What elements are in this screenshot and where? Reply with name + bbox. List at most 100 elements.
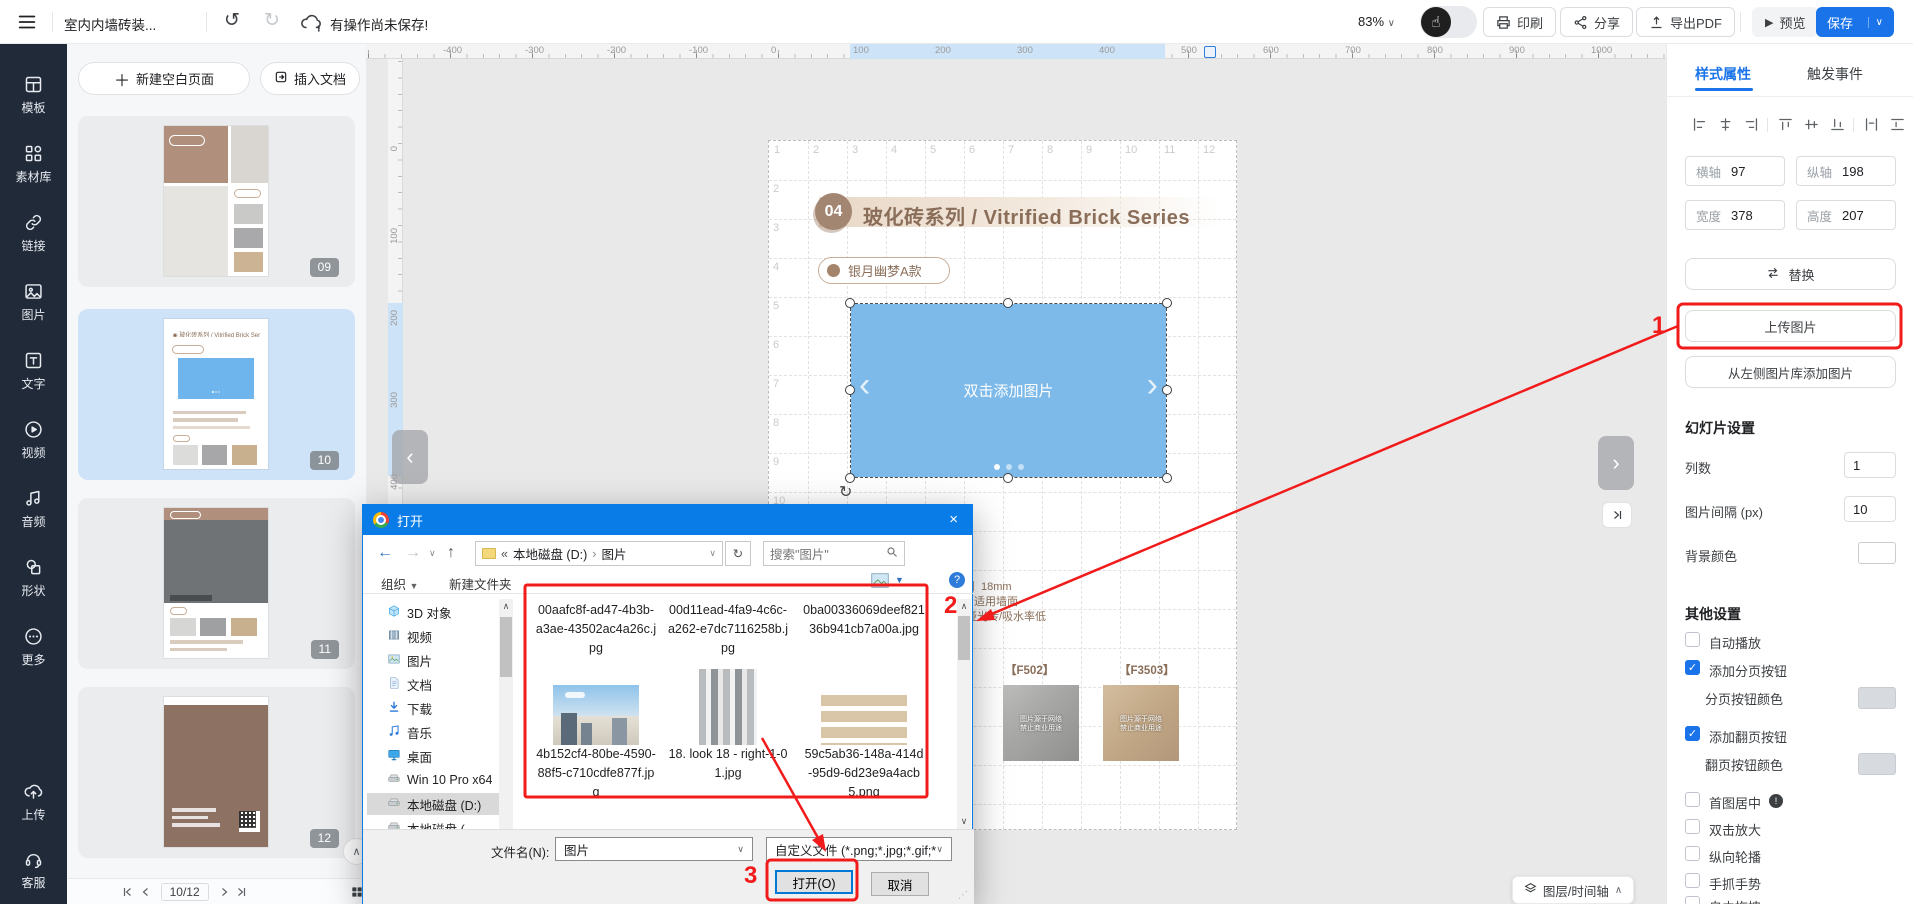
document-title[interactable]: 室内内墙砖装...	[64, 14, 156, 34]
next-page-button[interactable]	[215, 884, 233, 900]
resize-handle-s[interactable]	[1003, 473, 1013, 483]
save-button[interactable]: 保存 ∨	[1816, 7, 1894, 37]
filetype-select[interactable]: 自定义文件 (*.png;*.jpg;*.gif;* ∨	[766, 837, 952, 861]
page-thumbnail-09[interactable]: 09	[78, 116, 355, 287]
sidebar-item-audio[interactable]: 音频	[0, 488, 67, 530]
checkbox-checked[interactable]: ✓	[1685, 726, 1700, 741]
checkbox-unchecked[interactable]	[1685, 632, 1700, 647]
info-icon[interactable]: !	[1769, 794, 1783, 808]
tree-item[interactable]: 文档	[367, 673, 499, 695]
back-icon[interactable]: ←	[377, 544, 393, 562]
tab-trigger-events[interactable]: 触发事件	[1807, 64, 1863, 84]
last-page-button[interactable]	[232, 884, 250, 900]
checkbox-unchecked[interactable]	[1685, 792, 1700, 807]
align-icon-1[interactable]	[1717, 116, 1734, 136]
hamburger-menu-icon[interactable]	[16, 11, 38, 33]
sidebar-item-video[interactable]: 视频	[0, 419, 67, 461]
tree-item[interactable]: 音乐	[367, 721, 499, 743]
width-field[interactable]: 宽度378	[1685, 200, 1785, 230]
jump-to-end-button[interactable]	[1602, 502, 1632, 528]
carousel-next-icon[interactable]: ›	[1147, 368, 1158, 402]
align-icon-2[interactable]	[1743, 116, 1760, 136]
y-position-field[interactable]: 纵轴198	[1796, 156, 1896, 186]
align-icon-6[interactable]	[1863, 116, 1880, 136]
page-indicator[interactable]: 10/12	[161, 883, 209, 901]
help-icon[interactable]: ?	[949, 572, 965, 588]
tree-item[interactable]: 桌面	[367, 745, 499, 767]
prev-page-button[interactable]	[137, 884, 155, 900]
color-swatch[interactable]	[1858, 753, 1896, 775]
ruler-guide-icon[interactable]	[1204, 46, 1216, 58]
preview-button[interactable]: ▶ 预览	[1752, 7, 1818, 37]
file-list-scrollbar[interactable]: ∧ ∨	[957, 599, 971, 829]
file-item[interactable]: 00d11ead-4fa9-4c6c-a262-e7dc7116258b.jpg	[667, 601, 789, 658]
align-icon-7[interactable]	[1889, 116, 1906, 136]
breadcrumb-drive[interactable]: 本地磁盘 (D:)	[513, 544, 587, 563]
redo-icon[interactable]: ↻	[264, 9, 280, 32]
page-thumbnail-10[interactable]: ◉ 玻化砖系列 / Vitrified Brick Series 10	[78, 309, 355, 480]
x-position-field[interactable]: 横轴97	[1685, 156, 1785, 186]
carousel-prev-icon[interactable]: ‹	[859, 368, 870, 402]
undo-icon[interactable]: ↺	[224, 9, 240, 32]
new-folder-button[interactable]: 新建文件夹	[449, 574, 512, 593]
history-caret-icon[interactable]: ∨	[429, 548, 436, 559]
close-icon[interactable]: ×	[949, 511, 958, 528]
file-item[interactable]: 0ba00336069deef82136b941cb7a00a.jpg	[803, 601, 925, 639]
align-icon-5[interactable]	[1829, 116, 1846, 136]
file-item[interactable]: 00aafc8f-ad47-4b3b-a3ae-43502ac4a26c.jpg	[535, 601, 657, 658]
save-dropdown-caret[interactable]: ∨	[1868, 17, 1883, 28]
new-blank-page-button[interactable]: ＋ 新建空白页面	[78, 62, 250, 95]
checkbox-unchecked[interactable]	[1685, 896, 1700, 904]
align-icon-3[interactable]	[1777, 116, 1794, 136]
zoom-level-dropdown[interactable]: 83% ∨	[1358, 14, 1395, 29]
resize-handle-ne[interactable]	[1162, 298, 1172, 308]
tree-scrollbar[interactable]: ∧	[499, 599, 513, 829]
view-mode-caret-icon[interactable]: ▼	[895, 575, 904, 585]
file-item[interactable]: 18. look 18 - right-1-01.jpg	[667, 657, 789, 783]
refresh-button[interactable]: ↻	[725, 541, 751, 566]
product-image-gray-marble[interactable]: 图片源于网络禁止商业用途	[1003, 685, 1079, 761]
scroll-down-icon[interactable]: ∨	[957, 814, 971, 829]
resize-grip[interactable]: ⋰	[958, 890, 968, 901]
checkbox-unchecked[interactable]	[1685, 846, 1700, 861]
sidebar-item-shape[interactable]: 形状	[0, 557, 67, 599]
resize-handle-sw[interactable]	[845, 473, 855, 483]
scroll-up-icon[interactable]: ∧	[499, 599, 513, 614]
sidebar-item-upload[interactable]: 上传	[0, 781, 67, 823]
checkbox-unchecked[interactable]	[1685, 873, 1700, 888]
tree-item[interactable]: 视频	[367, 625, 499, 647]
print-button[interactable]: 印刷	[1483, 7, 1556, 37]
resize-handle-w[interactable]	[845, 385, 855, 395]
add-from-library-button[interactable]: 从左侧图片库添加图片	[1685, 356, 1896, 388]
sidebar-item-service[interactable]: 客服	[0, 849, 67, 891]
view-mode-icon[interactable]	[871, 573, 889, 591]
tree-item[interactable]: 图片	[367, 649, 499, 671]
layers-timeline-button[interactable]: 图层/时间轴 ∧	[1512, 876, 1634, 904]
carousel-dots[interactable]	[851, 464, 1166, 470]
dialog-title-bar[interactable]: 打开 ×	[363, 505, 972, 535]
open-button[interactable]: 打开(O)	[775, 870, 853, 894]
file-item[interactable]: 59c5ab36-148a-414d-95d9-6d23e9a4acb5.png	[803, 657, 925, 802]
sidebar-item-text[interactable]: 文字	[0, 350, 67, 392]
resize-handle-n[interactable]	[1003, 298, 1013, 308]
insert-document-button[interactable]: 插入文档	[260, 62, 360, 95]
align-icon-4[interactable]	[1803, 116, 1820, 136]
background-color-swatch[interactable]	[1858, 542, 1896, 564]
resize-handle-nw[interactable]	[845, 298, 855, 308]
height-field[interactable]: 高度207	[1796, 200, 1896, 230]
section-title[interactable]: 玻化砖系列 / Vitrified Brick Series	[863, 201, 1190, 230]
sidebar-item-assets[interactable]: 素材库	[0, 143, 67, 185]
page-thumbnail-11[interactable]: 11	[78, 498, 355, 669]
address-caret-icon[interactable]: ∨	[709, 548, 716, 559]
sidebar-item-more[interactable]: 更多	[0, 626, 67, 668]
columns-input[interactable]: 1	[1844, 452, 1896, 478]
product-image-beige-marble[interactable]: 图片源于网络禁止商业用途	[1103, 685, 1179, 761]
checkbox-unchecked[interactable]	[1685, 819, 1700, 834]
align-icon-0[interactable]	[1691, 116, 1708, 136]
series-pill[interactable]: 银月幽梦A款	[818, 257, 950, 284]
checkbox-checked[interactable]: ✓	[1685, 660, 1700, 675]
collapse-right-panel-button[interactable]: ›	[1598, 436, 1634, 490]
export-pdf-button[interactable]: 导出PDF	[1636, 7, 1735, 37]
up-icon[interactable]: ↑	[447, 544, 455, 562]
file-item[interactable]: 4b152cf4-80be-4590-88f5-c710cdfe877f.jpg	[535, 657, 657, 802]
